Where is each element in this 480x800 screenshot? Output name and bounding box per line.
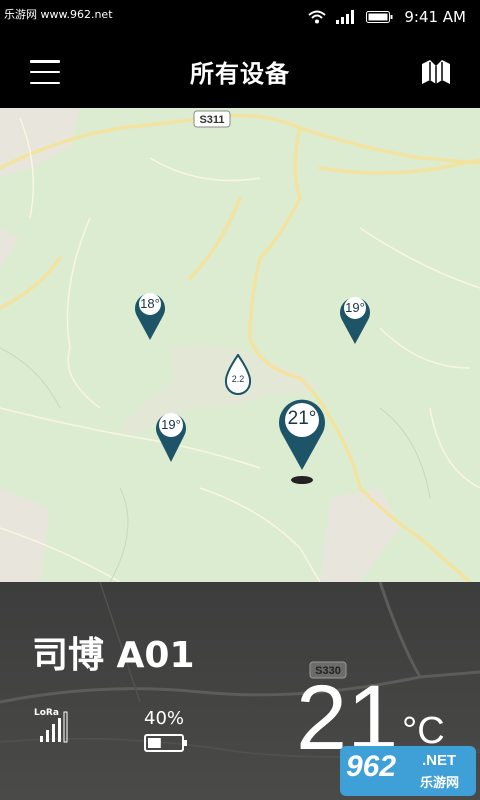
app-bar: 所有设备 bbox=[0, 36, 480, 108]
device-name: 司博 A01 bbox=[32, 635, 195, 676]
watermark-site: 乐游网 bbox=[420, 776, 460, 791]
cellular-signal-icon bbox=[336, 10, 355, 24]
marker-label: 19° bbox=[161, 417, 181, 432]
status-bar: 乐游网 www.962.net 9:41 AM bbox=[0, 0, 480, 36]
map-icon[interactable] bbox=[420, 58, 452, 86]
site-watermark-logo: 962 .NET 乐游网 bbox=[340, 746, 476, 796]
map-marker-temperature[interactable]: 19° bbox=[338, 292, 372, 344]
lora-signal: LoRa bbox=[34, 708, 74, 744]
marker-label: 18° bbox=[140, 296, 160, 311]
map-view[interactable]: S311 18° 19° 2.2 19° 21° bbox=[0, 108, 480, 582]
map-marker-temperature[interactable]: 18° bbox=[133, 288, 167, 340]
map-marker-temperature[interactable]: 19° bbox=[154, 408, 188, 462]
signal-bars-icon bbox=[40, 711, 68, 743]
marker-label: 21° bbox=[287, 408, 317, 429]
map-marker-selected[interactable]: 21° bbox=[276, 394, 328, 486]
battery-status-icon bbox=[366, 11, 393, 23]
status-icons: 9:41 AM bbox=[308, 8, 466, 26]
marker-label: 19° bbox=[345, 300, 365, 315]
device-detail-panel[interactable]: S330 司博 A01 LoRa 40% 21 °C 962 .NET 乐游网 bbox=[0, 582, 480, 800]
map-terrain: S311 bbox=[0, 108, 480, 582]
map-marker-rain[interactable]: 2.2 bbox=[224, 353, 252, 396]
page-title: 所有设备 bbox=[190, 60, 290, 88]
battery-icon bbox=[144, 734, 187, 752]
clock: 9:41 AM bbox=[404, 8, 466, 26]
wifi-icon bbox=[308, 10, 327, 24]
watermark-number: 962 bbox=[346, 750, 397, 783]
battery-percentage: 40% bbox=[144, 708, 185, 729]
watermark-text: 乐游网 www.962.net bbox=[4, 8, 113, 21]
road-label-s311: S311 bbox=[199, 114, 224, 126]
marker-label: 2.2 bbox=[231, 374, 245, 384]
watermark-net: .NET bbox=[422, 752, 457, 769]
